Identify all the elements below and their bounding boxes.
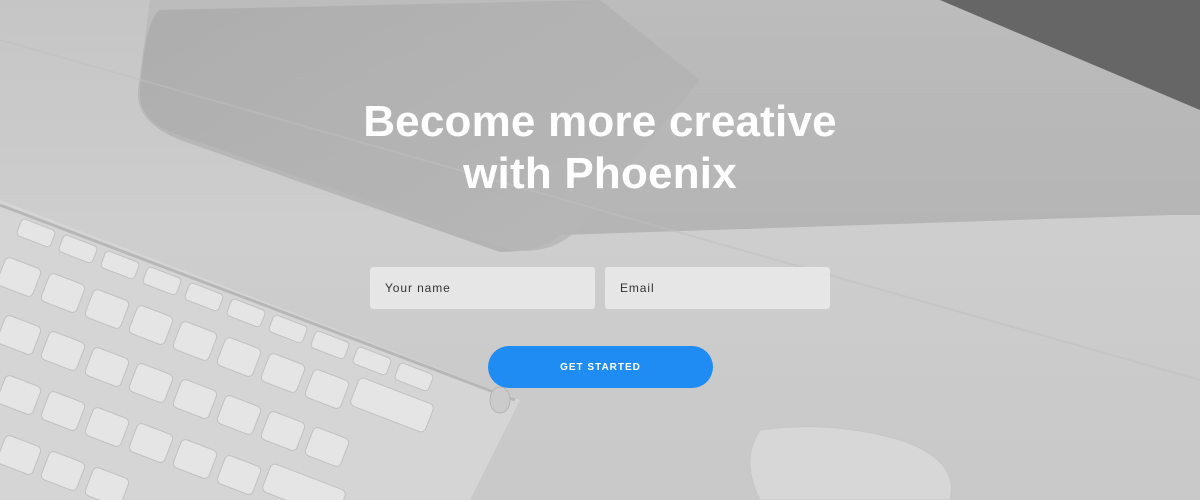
hero-title-line2: with Phoenix: [463, 149, 737, 198]
hero-title-line1: Become more creative: [363, 97, 837, 146]
get-started-button[interactable]: GET STARTED: [488, 346, 713, 388]
hero-content: Become more creative with Phoenix GET ST…: [0, 0, 1200, 500]
name-input[interactable]: [370, 267, 595, 309]
email-input[interactable]: [605, 267, 830, 309]
